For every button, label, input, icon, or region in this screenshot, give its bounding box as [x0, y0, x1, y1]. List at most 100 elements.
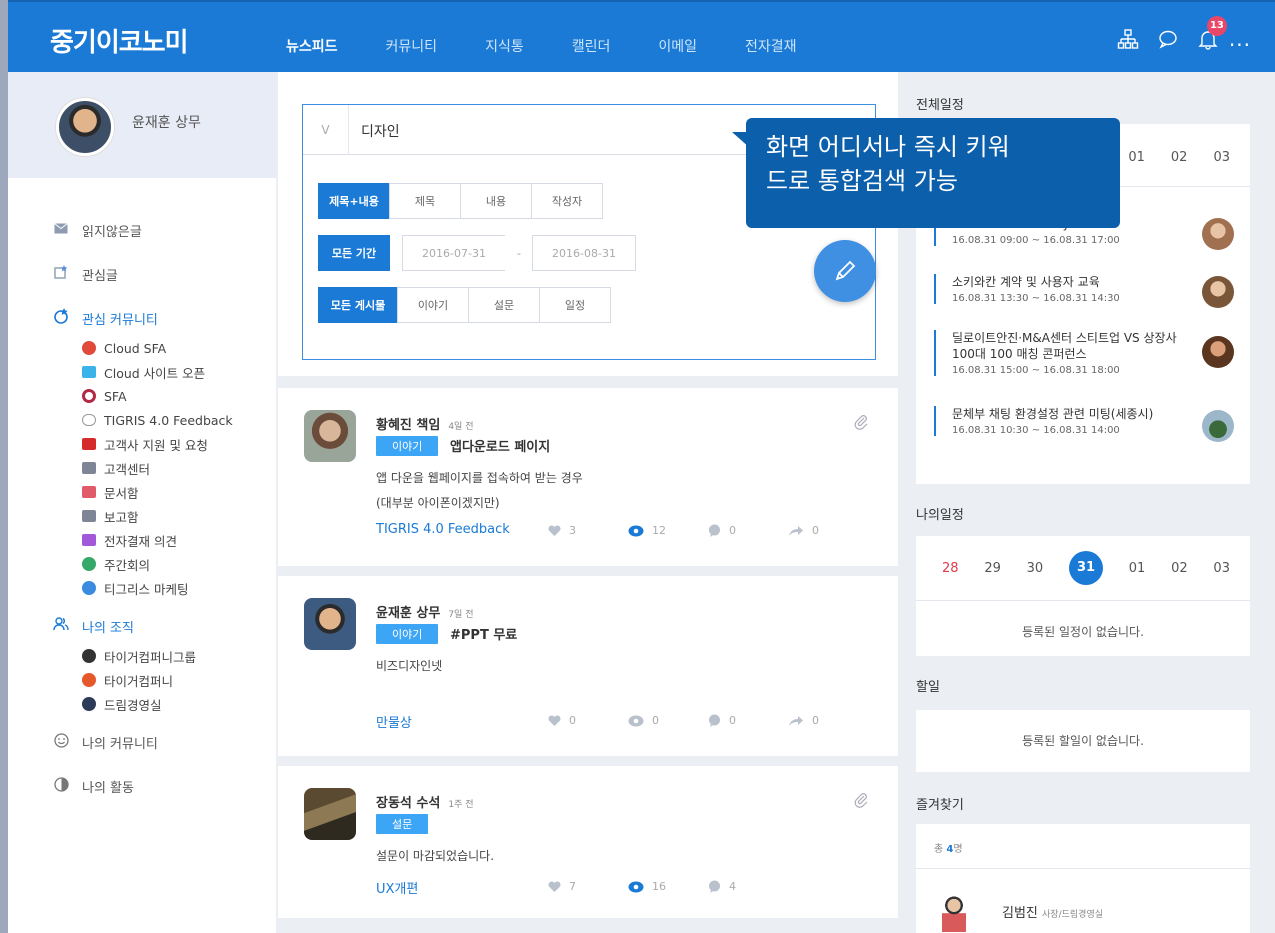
calendar-day[interactable]: 30: [1027, 561, 1044, 576]
user-avatar[interactable]: [56, 98, 114, 156]
nav-newsfeed[interactable]: 뉴스피드: [286, 36, 338, 56]
post-time: 4일 전: [448, 422, 474, 432]
scope-author[interactable]: 작성자: [531, 183, 603, 219]
community-customer-support[interactable]: 고객사 지원 및 요청: [82, 432, 233, 456]
write-button[interactable]: [814, 240, 876, 302]
community-documents[interactable]: 문서함: [82, 480, 233, 504]
org-chart-icon[interactable]: [1117, 28, 1139, 50]
author-name[interactable]: 황혜진 책임 4일 전: [376, 414, 473, 433]
post-community-link[interactable]: UX개편: [376, 878, 418, 897]
community-sfa[interactable]: SFA: [82, 384, 233, 408]
calendar-day[interactable]: 03: [1213, 150, 1230, 165]
author-name[interactable]: 장동석 수석 1주 전: [376, 792, 473, 811]
calendar-day[interactable]: 03: [1213, 561, 1230, 576]
nav-knowledge[interactable]: 지식통: [485, 36, 524, 56]
calendar-day[interactable]: 02: [1171, 150, 1188, 165]
notification-bell-icon[interactable]: 13: [1197, 16, 1227, 50]
period-all[interactable]: 모든 기간: [318, 235, 390, 271]
calendar-day[interactable]: 02: [1171, 561, 1188, 576]
nav-calendar[interactable]: 캘린더: [572, 36, 611, 56]
author-avatar[interactable]: [304, 410, 356, 462]
search-scope-toggle[interactable]: V: [303, 105, 349, 155]
calendar-day[interactable]: 01: [1128, 150, 1145, 165]
type-survey[interactable]: 설문: [468, 287, 540, 323]
author-avatar[interactable]: [304, 598, 356, 650]
user-name[interactable]: 윤재훈 상무: [132, 112, 201, 132]
attachment-clip-icon[interactable]: [854, 792, 868, 812]
main-nav: 뉴스피드 커뮤니티 지식통 캘린더 이메일 전자결재: [286, 36, 845, 56]
mail-icon: [52, 222, 70, 238]
org-tiger-company[interactable]: 타이거컴퍼니: [82, 668, 233, 692]
stat-value: 0: [812, 524, 819, 537]
author-avatar[interactable]: [304, 788, 356, 840]
community-tigris-feedback[interactable]: TIGRIS 4.0 Feedback: [82, 408, 233, 432]
search-input[interactable]: 디자인: [361, 121, 400, 141]
nav-approval[interactable]: 전자결재: [745, 36, 797, 56]
comment-count[interactable]: 0: [708, 714, 736, 727]
bookmark-person[interactable]: 김범진 사장/드림경영실: [1002, 902, 1103, 921]
post-title[interactable]: #PPT 무료: [450, 624, 517, 643]
post-community-link[interactable]: TIGRIS 4.0 Feedback: [376, 522, 510, 537]
attachment-clip-icon[interactable]: [854, 414, 868, 434]
community-cloud-sfa[interactable]: Cloud SFA: [82, 336, 233, 360]
sidebar-item-my-activity[interactable]: 나의 활동: [52, 774, 233, 798]
feed-post[interactable]: 장동석 수석 1주 전 설문 설문이 마감되었습니다. UX개편 7 16 4: [278, 766, 898, 918]
like-count[interactable]: 0: [548, 714, 576, 727]
sidebar-item-my-org[interactable]: 나의 조직: [52, 614, 233, 638]
type-schedule[interactable]: 일정: [539, 287, 611, 323]
more-menu-icon[interactable]: ...: [1229, 29, 1251, 49]
calendar-day[interactable]: 28: [942, 561, 959, 576]
community-cloud-site[interactable]: Cloud 사이트 오픈: [82, 360, 233, 384]
community-tigris-marketing[interactable]: 티그리스 마케팅: [82, 576, 233, 600]
org-dream-office[interactable]: 드림경영실: [82, 692, 233, 716]
calendar-day[interactable]: 29: [984, 561, 1001, 576]
calendar-day[interactable]: 01: [1129, 561, 1146, 576]
sidebar-item-favorites[interactable]: 관심글: [52, 262, 233, 286]
comment-count[interactable]: 0: [708, 524, 736, 537]
community-weekly-meeting[interactable]: 주간회의: [82, 552, 233, 576]
scope-title[interactable]: 제목: [389, 183, 461, 219]
date-to-input[interactable]: 2016-08-31: [532, 235, 636, 271]
type-all[interactable]: 모든 게시물: [318, 287, 398, 323]
org-tiger-group[interactable]: 타이거컴퍼니그룹: [82, 644, 233, 668]
type-story[interactable]: 이야기: [397, 287, 469, 323]
community-approval-opinion[interactable]: 전자결재 의견: [82, 528, 233, 552]
sidebar-item-interest-community[interactable]: 관심 커뮤니티: [52, 306, 233, 330]
view-count: 12: [628, 524, 666, 537]
sidebar-item-unread[interactable]: 읽지않은글: [52, 218, 233, 242]
nav-community[interactable]: 커뮤니티: [386, 36, 438, 56]
community-customer-center[interactable]: 고객센터: [82, 456, 233, 480]
post-title[interactable]: 앱다운로드 페이지: [450, 436, 550, 455]
author-name[interactable]: 윤재훈 상무 7일 전: [376, 602, 473, 621]
schedule-event[interactable]: 딜로이트안진·M&A센터 스티트업 VS 상장사 100대 100 매칭 콘퍼런…: [934, 330, 1234, 376]
scope-content[interactable]: 내용: [460, 183, 532, 219]
date-from-input[interactable]: 2016-07-31: [402, 235, 506, 271]
heart-icon: [548, 714, 561, 726]
event-avatar: [1202, 276, 1234, 308]
schedule-event[interactable]: 소키와칸 계약 및 사용자 교육 16.08.31 13:30 ~ 16.08.…: [934, 274, 1234, 308]
bookmark-person-avatar[interactable]: [942, 894, 966, 932]
post-community-link[interactable]: 만물상: [376, 712, 412, 731]
chat-icon[interactable]: [1157, 28, 1179, 50]
heart-icon: [548, 524, 561, 536]
approval-icon: [82, 534, 96, 546]
feed-post[interactable]: 황혜진 책임 4일 전 이야기 앱다운로드 페이지 앱 다운을 웹페이지를 접속하…: [278, 388, 898, 566]
share-count[interactable]: 0: [788, 714, 819, 727]
event-avatar: [1202, 410, 1234, 442]
share-count[interactable]: 0: [788, 524, 819, 537]
calendar-day-today[interactable]: 31: [1068, 551, 1103, 585]
scope-title-content[interactable]: 제목+내용: [318, 183, 390, 219]
activity-pie-icon: [52, 776, 70, 796]
cloud-site-icon: [82, 366, 96, 378]
person-role: 사장/드림경영실: [1042, 910, 1104, 920]
feed-post[interactable]: 윤재훈 상무 7일 전 이야기 #PPT 무료 비즈디자인넷 만물상 0 0 0 …: [278, 576, 898, 756]
community-reports[interactable]: 보고함: [82, 504, 233, 528]
app-logo[interactable]: 중기이코노미: [50, 22, 189, 59]
comment-count[interactable]: 4: [708, 880, 736, 893]
nav-email[interactable]: 이메일: [658, 36, 697, 56]
like-count[interactable]: 7: [548, 880, 576, 893]
schedule-event[interactable]: 문체부 채팅 환경설정 관련 미팅(세종시) 16.08.31 10:30 ~ …: [934, 406, 1234, 442]
like-count[interactable]: 3: [548, 524, 576, 537]
sidebar-item-my-community[interactable]: 나의 커뮤니티: [52, 730, 233, 754]
monitor-icon: [82, 462, 96, 474]
